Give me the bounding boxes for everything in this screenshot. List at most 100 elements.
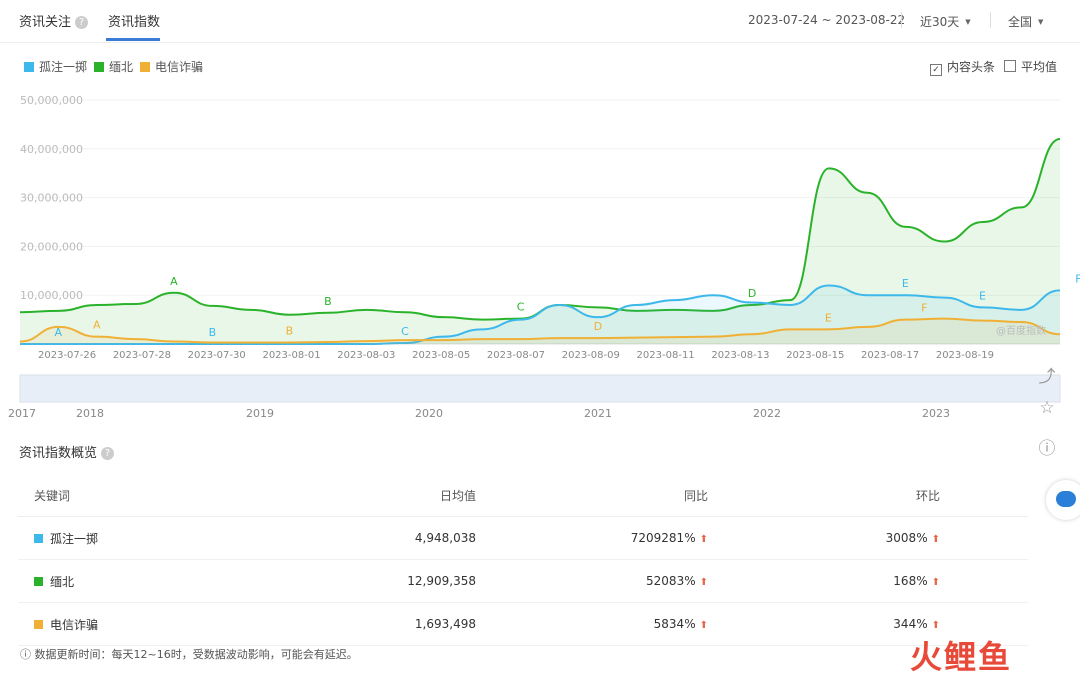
keyword-cell: 孤注一掷 [18,516,275,560]
overview-title: 资讯指数概览? [19,442,115,461]
annotation-marker: E [979,289,986,302]
annotation-marker: B [324,295,332,308]
y-tick-label: 50,000,000 [20,94,83,107]
y-tick-label: 20,000,000 [20,240,83,253]
mom-cell: 344% ⬆ [709,602,941,646]
navigator-year-label: 2022 [753,407,781,420]
navigator-year-label: 2021 [584,407,612,420]
divider [901,12,902,28]
time-navigator[interactable]: 2017 2018 2019 2020 2021 2022 2023 [0,372,1080,422]
x-tick-label: 2023-08-05 [412,350,470,361]
navigator-year-label: 2018 [76,407,104,420]
annotation-marker: E [902,277,909,290]
navigator-year-label: 2023 [922,407,950,420]
period-select[interactable]: 近30天 ▼ [920,13,971,30]
table-row: 孤注一掷 4,948,038 7209281% ⬆ 3008% ⬆ [18,516,1028,560]
arrow-up-icon: ⬆ [699,577,708,588]
navigator-year-label: 2020 [415,407,443,420]
mom-cell: 168% ⬆ [709,559,941,603]
navigator-year-label: 2019 [246,407,274,420]
tab-news-index[interactable]: 资讯指数 [108,11,160,30]
legend-swatch [24,62,34,72]
caret-down-icon: ▼ [1038,18,1044,26]
arrow-up-icon: ⬆ [699,620,708,631]
header-daily-avg: 日均值 [275,474,477,517]
x-tick-label: 2023-08-03 [337,350,395,361]
header-yoy: 同比 [477,474,709,517]
arrow-up-icon: ⬆ [699,534,708,545]
arrow-up-icon: ⬆ [931,620,940,631]
annotation-marker: B [209,326,217,339]
keyword-swatch [34,619,43,629]
x-tick-label: 2023-08-01 [262,350,320,361]
x-tick-label: 2023-08-19 [936,350,994,361]
navigator-year-label: 2017 [8,407,36,420]
annotation-marker: A [55,326,63,339]
annotation-marker: F [1075,272,1080,285]
daily-avg-cell: 4,948,038 [275,516,477,560]
yoy-cell: 7209281% ⬆ [477,516,709,560]
legend-item-guzhuyizhi[interactable]: 孤注一掷 [24,58,87,75]
table-row: 缅北 12,909,358 52083% ⬆ 168% ⬆ [18,559,1028,603]
annotation-marker: A [93,319,101,332]
star-icon[interactable]: ☆ [1034,398,1060,424]
x-tick-label: 2023-08-09 [562,350,620,361]
update-note: ⓘ 数据更新时间：每天12~16时，受数据波动影响，可能会有延迟。 [20,648,358,661]
keyword-cell: 缅北 [18,559,275,603]
x-tick-label: 2023-08-17 [861,350,919,361]
tab-news-attention[interactable]: 资讯关注? [19,11,89,30]
x-tick-label: 2023-07-30 [188,350,246,361]
table-header-row: 关键词 日均值 同比 环比 [18,474,1028,517]
keyword-swatch [34,533,43,543]
share-icon[interactable]: ⤴ [1034,362,1060,388]
annotation-marker: F [921,302,927,315]
help-icon[interactable]: ? [75,16,89,29]
date-range-picker[interactable]: 2023-07-24 ~ 2023-08-22 [748,13,905,27]
chat-icon[interactable] [1046,480,1080,520]
x-tick-label: 2023-08-13 [711,350,769,361]
option-average[interactable]: 平均值 [1004,58,1057,75]
navigator-selection[interactable] [20,375,1060,402]
yoy-cell: 5834% ⬆ [477,602,709,646]
divider [990,12,991,28]
legend-item-miandei[interactable]: 缅北 [94,58,133,75]
x-tick-label: 2023-08-07 [487,350,545,361]
y-tick-label: 10,000,000 [20,289,83,302]
mom-cell: 3008% ⬆ [709,516,941,560]
arrow-up-icon: ⬆ [931,534,940,545]
help-icon[interactable]: ? [101,447,115,460]
annotation-marker: E [825,311,832,324]
arrow-up-icon: ⬆ [931,577,940,588]
annotation-marker: D [594,320,602,333]
annotation-marker: B [286,325,294,338]
y-tick-label: 40,000,000 [20,143,83,156]
header-keyword: 关键词 [18,474,275,517]
annotation-marker: C [517,301,525,314]
checkbox-icon[interactable] [1004,60,1016,72]
yoy-cell: 52083% ⬆ [477,559,709,603]
x-tick-label: 2023-08-15 [786,350,844,361]
daily-avg-cell: 12,909,358 [275,559,477,603]
table-row: 电信诈骗 1,693,498 5834% ⬆ 344% ⬆ [18,602,1028,646]
overview-table: 关键词 日均值 同比 环比 孤注一掷 4,948,038 7209281% ⬆ 3… [18,474,1028,646]
legend-swatch [94,62,104,72]
info-icon: ⓘ [20,648,35,661]
site-watermark-logo: 火鲤鱼 [910,638,1013,676]
keyword-cell: 电信诈骗 [18,602,275,646]
checkbox-checked-icon[interactable]: ✓ [930,64,942,76]
header-mom: 环比 [709,474,941,517]
region-select[interactable]: 全国 ▼ [1008,13,1043,30]
top-bar: 资讯关注? 资讯指数 2023-07-24 ~ 2023-08-22 近30天 ▼… [0,0,1080,43]
chat-bubble-icon [1056,491,1076,507]
y-tick-label: 30,000,000 [20,192,83,205]
keyword-swatch [34,576,43,586]
question-icon[interactable]: ⓘ [1034,434,1060,460]
active-tab-indicator [106,38,160,41]
legend-swatch [140,62,150,72]
annotation-marker: C [401,325,409,338]
chart-watermark: @百度指数 [996,324,1046,337]
annotation-marker: D [748,287,756,300]
x-tick-label: 2023-08-11 [637,350,695,361]
legend-item-telecom-fraud[interactable]: 电信诈骗 [140,58,203,75]
option-content-headline[interactable]: ✓ 内容头条 [930,58,995,76]
